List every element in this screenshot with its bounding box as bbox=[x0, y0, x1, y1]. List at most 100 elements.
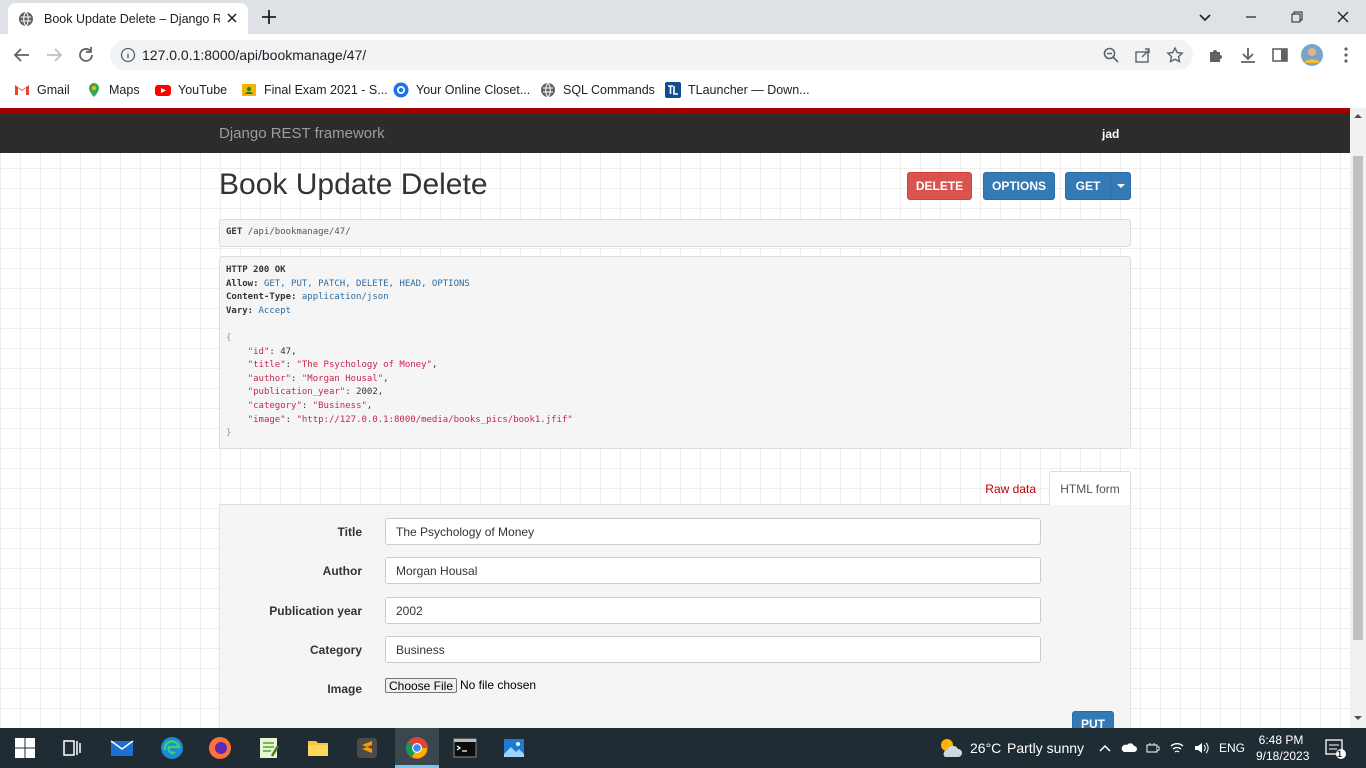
file-explorer-icon[interactable] bbox=[306, 736, 330, 760]
reload-icon[interactable] bbox=[76, 45, 96, 65]
json-open-brace: { bbox=[226, 332, 232, 343]
gmail-icon bbox=[15, 85, 29, 95]
get-button[interactable]: GET bbox=[1065, 172, 1111, 200]
category-label: Category bbox=[309, 643, 362, 657]
taskbar: 26°C Partly sunny ENG 6:48 PM 9/18/2023 … bbox=[0, 728, 1366, 768]
bookmark-sql-commands[interactable]: SQL Commands bbox=[540, 81, 655, 99]
bookmark-gmail[interactable]: Gmail bbox=[14, 81, 70, 99]
close-icon[interactable] bbox=[224, 10, 240, 26]
publication-year-label: Publication year bbox=[269, 604, 362, 618]
edge-icon[interactable] bbox=[160, 736, 184, 760]
browser-toolbar: 127.0.0.1:8000/api/bookmanage/47/ bbox=[0, 34, 1366, 76]
weather-condition[interactable]: Partly sunny bbox=[1007, 740, 1084, 756]
bookmark-label: Final Exam 2021 - S... bbox=[264, 83, 388, 97]
menu-icon[interactable] bbox=[1336, 45, 1356, 65]
response-header: Content-Type: application/json bbox=[226, 292, 389, 303]
share-icon[interactable] bbox=[1134, 46, 1152, 64]
notification-icon[interactable] bbox=[1324, 737, 1346, 759]
publication-year-field[interactable]: 2002 bbox=[385, 597, 1041, 624]
put-form: Title The Psychology of Money Author Mor… bbox=[219, 505, 1131, 728]
delete-button[interactable]: DELETE bbox=[907, 172, 972, 200]
bookmark-label: Your Online Closet... bbox=[416, 83, 531, 97]
request-method: GET bbox=[226, 227, 243, 237]
bookmark-youtube[interactable]: YouTube bbox=[155, 81, 227, 99]
profile-avatar[interactable] bbox=[1301, 44, 1323, 66]
category-field[interactable]: Business bbox=[385, 636, 1041, 663]
photos-icon[interactable] bbox=[502, 736, 526, 760]
battery-plug-icon[interactable] bbox=[1145, 740, 1161, 756]
terminal-icon[interactable] bbox=[453, 736, 477, 760]
vertical-scrollbar[interactable] bbox=[1350, 108, 1366, 728]
classroom-icon bbox=[242, 84, 256, 96]
site-info-icon[interactable] bbox=[120, 47, 136, 63]
scrollbar-thumb[interactable] bbox=[1353, 156, 1363, 640]
user-menu[interactable]: jad bbox=[1102, 127, 1119, 141]
browser-tab[interactable]: Book Update Delete – Django RE bbox=[8, 3, 248, 34]
title-field[interactable]: The Psychology of Money bbox=[385, 518, 1041, 545]
close-window-icon[interactable] bbox=[1332, 6, 1354, 28]
response-header: Vary: Accept bbox=[226, 305, 292, 316]
task-view-icon[interactable] bbox=[60, 736, 84, 760]
url-text: 127.0.0.1:8000/api/bookmanage/47/ bbox=[142, 47, 367, 63]
notification-count: 1 bbox=[1337, 749, 1343, 759]
bookmark-maps[interactable]: Maps bbox=[86, 81, 140, 99]
firefox-icon[interactable] bbox=[208, 736, 232, 760]
sublime-text-icon[interactable] bbox=[355, 736, 379, 760]
notepad-plus-icon[interactable] bbox=[257, 736, 281, 760]
image-label: Image bbox=[327, 682, 362, 696]
json-line: "category": "Business", bbox=[247, 400, 373, 411]
closet-icon bbox=[393, 82, 409, 98]
navbar: Django REST framework jad bbox=[0, 108, 1350, 153]
clock[interactable]: 6:48 PM 9/18/2023 bbox=[1256, 732, 1309, 764]
options-button[interactable]: OPTIONS bbox=[983, 172, 1055, 200]
bookmark-final-exam[interactable]: Final Exam 2021 - S... bbox=[241, 81, 388, 99]
json-line: "author": "Morgan Housal", bbox=[247, 373, 389, 384]
json-line: "publication_year": 2002, bbox=[247, 387, 384, 398]
choose-file-button[interactable]: Choose File bbox=[385, 678, 457, 693]
back-icon[interactable] bbox=[12, 45, 32, 65]
side-panel-icon[interactable] bbox=[1270, 45, 1290, 65]
json-line: "id": 47, bbox=[247, 346, 297, 357]
youtube-icon bbox=[155, 85, 171, 96]
zoom-icon[interactable] bbox=[1102, 46, 1120, 64]
minimize-icon[interactable] bbox=[1240, 6, 1262, 28]
forward-icon[interactable] bbox=[44, 45, 64, 65]
mail-icon[interactable] bbox=[110, 736, 134, 760]
chevron-up-icon[interactable] bbox=[1097, 740, 1113, 756]
json-line: "title": "The Psychology of Money", bbox=[247, 360, 438, 371]
bookmark-star-icon[interactable] bbox=[1166, 46, 1184, 64]
tab-search-icon[interactable] bbox=[1194, 6, 1216, 28]
brand-link[interactable]: Django REST framework bbox=[219, 125, 385, 142]
bookmark-tlauncher[interactable]: TLauncher — Down... bbox=[665, 81, 810, 99]
scroll-down-icon[interactable] bbox=[1354, 714, 1362, 722]
restore-icon[interactable] bbox=[1286, 6, 1308, 28]
author-field[interactable]: Morgan Housal bbox=[385, 557, 1041, 584]
language-indicator[interactable]: ENG bbox=[1219, 741, 1245, 755]
windows-start-icon[interactable] bbox=[13, 736, 37, 760]
bookmark-label: Gmail bbox=[37, 83, 70, 97]
extensions-icon[interactable] bbox=[1206, 45, 1226, 65]
tab-html-form[interactable]: HTML form bbox=[1049, 471, 1131, 506]
response-header: Allow: GET, PUT, PATCH, DELETE, HEAD, OP… bbox=[226, 278, 470, 289]
download-icon[interactable] bbox=[1238, 45, 1258, 65]
globe-icon bbox=[19, 11, 33, 26]
get-format-dropdown[interactable] bbox=[1110, 172, 1131, 200]
tab-raw-data[interactable]: Raw data bbox=[985, 482, 1036, 496]
new-tab-icon[interactable] bbox=[260, 8, 278, 26]
volume-icon[interactable] bbox=[1193, 740, 1209, 756]
chrome-icon[interactable] bbox=[405, 736, 429, 760]
bookmark-label: TLauncher — Down... bbox=[688, 83, 810, 97]
wifi-icon[interactable] bbox=[1169, 740, 1185, 756]
title-label: Title bbox=[337, 525, 362, 539]
bookmark-online-closet[interactable]: Your Online Closet... bbox=[393, 81, 530, 99]
onedrive-icon[interactable] bbox=[1121, 740, 1137, 756]
address-bar[interactable]: 127.0.0.1:8000/api/bookmanage/47/ bbox=[110, 40, 1193, 70]
bookmark-label: SQL Commands bbox=[563, 83, 655, 97]
maps-icon bbox=[89, 83, 99, 97]
weather-temperature[interactable]: 26°C bbox=[970, 740, 1001, 756]
scroll-up-icon[interactable] bbox=[1354, 112, 1362, 120]
request-info: GET /api/bookmanage/47/ bbox=[219, 219, 1131, 247]
put-button[interactable]: PUT bbox=[1072, 711, 1114, 728]
weather-icon[interactable] bbox=[937, 735, 963, 761]
file-status: No file chosen bbox=[460, 678, 537, 692]
